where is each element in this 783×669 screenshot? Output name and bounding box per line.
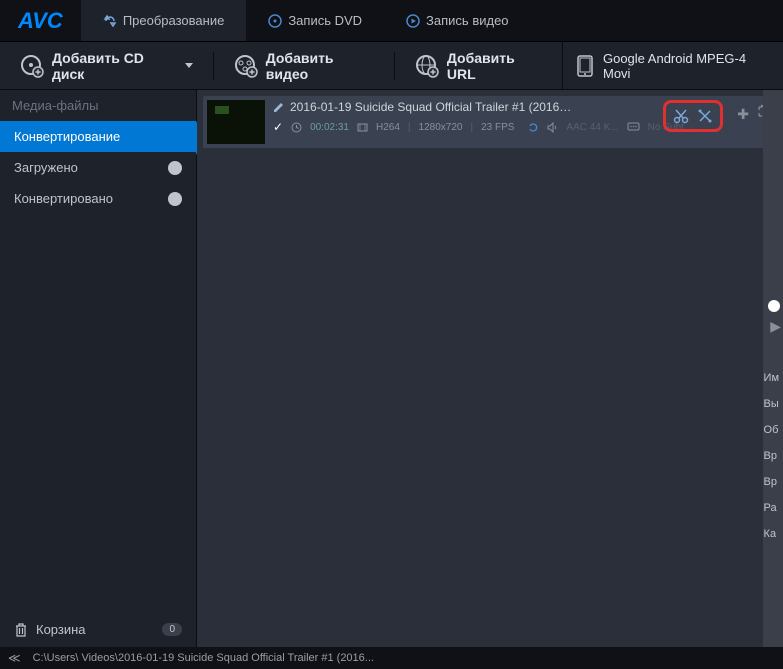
- panel-labels: Им Вы Об Вр Вр Ра Ка: [760, 370, 783, 542]
- convert-icon: [103, 14, 117, 28]
- status-badge: [168, 161, 182, 175]
- film-icon: [357, 122, 368, 133]
- tab-label: Преобразование: [123, 13, 225, 28]
- panel-label: Об: [760, 422, 783, 438]
- audio-value: AAC 44 K...: [566, 122, 618, 133]
- main-area: Медиа-файлы Конвертирование Загружено Ко…: [0, 90, 783, 647]
- film-add-icon: [234, 54, 258, 78]
- right-info-panel: ▶ Им Вы Об Вр Вр Ра Ка: [763, 90, 783, 647]
- panel-label: Вы: [760, 396, 783, 412]
- media-item-row[interactable]: 2016-01-19 Suicide Squad Official Traile…: [203, 96, 777, 148]
- duration-value: 00:02:31: [310, 122, 349, 133]
- sidebar-header: Медиа-файлы: [0, 90, 196, 121]
- video-thumbnail[interactable]: [207, 100, 265, 144]
- add-item-button[interactable]: ✚: [737, 106, 749, 123]
- audio-icon[interactable]: [547, 122, 558, 133]
- resolution-value: 1280x720: [419, 122, 463, 133]
- fps-value: 23 FPS: [481, 122, 514, 133]
- globe-add-icon: [415, 54, 439, 78]
- add-video-button[interactable]: Добавить видео: [222, 44, 386, 88]
- toolbar: Добавить CD диск Добавить видео Добавить…: [0, 42, 783, 90]
- clock-icon: [291, 122, 302, 133]
- sidebar-item-label: Загружено: [14, 160, 78, 175]
- trash-button[interactable]: Корзина 0: [0, 612, 196, 647]
- top-tabs: AVC Преобразование Запись DVD Запись вид…: [0, 0, 783, 42]
- add-cd-button[interactable]: Добавить CD диск: [8, 44, 205, 88]
- pencil-icon[interactable]: [273, 102, 284, 113]
- panel-play-icon[interactable]: ▶: [770, 318, 781, 335]
- subtitle-icon[interactable]: [627, 122, 640, 133]
- button-label: Добавить CD диск: [52, 50, 173, 82]
- file-list: 2016-01-19 Suicide Squad Official Traile…: [197, 90, 783, 647]
- cut-button[interactable]: [670, 105, 692, 127]
- profile-label: Google Android MPEG-4 Movi: [603, 51, 769, 81]
- disc-icon: [268, 14, 282, 28]
- panel-label: Вр: [760, 448, 783, 464]
- disc-add-icon: [20, 54, 44, 78]
- sidebar-item-label: Конвертировано: [14, 191, 113, 206]
- panel-label: Им: [760, 370, 783, 386]
- tab-convert[interactable]: Преобразование: [81, 0, 247, 41]
- trash-label: Корзина: [36, 622, 86, 637]
- tab-label: Запись видео: [426, 13, 508, 28]
- output-profile-button[interactable]: Google Android MPEG-4 Movi: [562, 42, 783, 89]
- divider: [394, 52, 395, 80]
- sidebar-item-downloaded[interactable]: Загружено: [0, 152, 196, 183]
- codec-value: H264: [376, 122, 400, 133]
- device-icon: [577, 55, 593, 77]
- panel-label: Вр: [760, 474, 783, 490]
- edit-tools-highlight: [663, 100, 723, 132]
- tab-record[interactable]: Запись видео: [384, 0, 530, 41]
- button-label: Добавить URL: [447, 50, 542, 82]
- trash-count: 0: [162, 623, 182, 636]
- tab-dvd[interactable]: Запись DVD: [246, 0, 384, 41]
- tab-label: Запись DVD: [288, 13, 362, 28]
- panel-label: Ра: [760, 500, 783, 516]
- sidebar-item-converting[interactable]: Конвертирование: [0, 121, 196, 152]
- button-label: Добавить видео: [266, 50, 374, 82]
- status-bar: ≪ C:\Users\ Videos\2016-01-19 Suicide Sq…: [0, 647, 783, 669]
- status-badge: [168, 192, 182, 206]
- panel-label: Ка: [760, 526, 783, 542]
- collapse-icon[interactable]: ≪: [8, 651, 21, 665]
- item-title: 2016-01-19 Suicide Squad Official Traile…: [290, 100, 575, 114]
- add-url-button[interactable]: Добавить URL: [403, 44, 554, 88]
- effects-button[interactable]: [694, 105, 716, 127]
- chevron-down-icon: [185, 63, 193, 68]
- sidebar: Медиа-файлы Конвертирование Загружено Ко…: [0, 90, 197, 647]
- trash-icon: [14, 623, 28, 637]
- check-icon[interactable]: ✓: [273, 120, 283, 134]
- loop-icon[interactable]: [528, 122, 539, 133]
- divider: [213, 52, 214, 80]
- sidebar-item-converted[interactable]: Конвертировано: [0, 183, 196, 214]
- play-icon: [406, 14, 420, 28]
- output-path: C:\Users\ Videos\2016-01-19 Suicide Squa…: [33, 652, 374, 664]
- panel-handle[interactable]: [768, 300, 780, 312]
- sidebar-item-label: Конвертирование: [14, 129, 120, 144]
- app-logo: AVC: [0, 0, 81, 41]
